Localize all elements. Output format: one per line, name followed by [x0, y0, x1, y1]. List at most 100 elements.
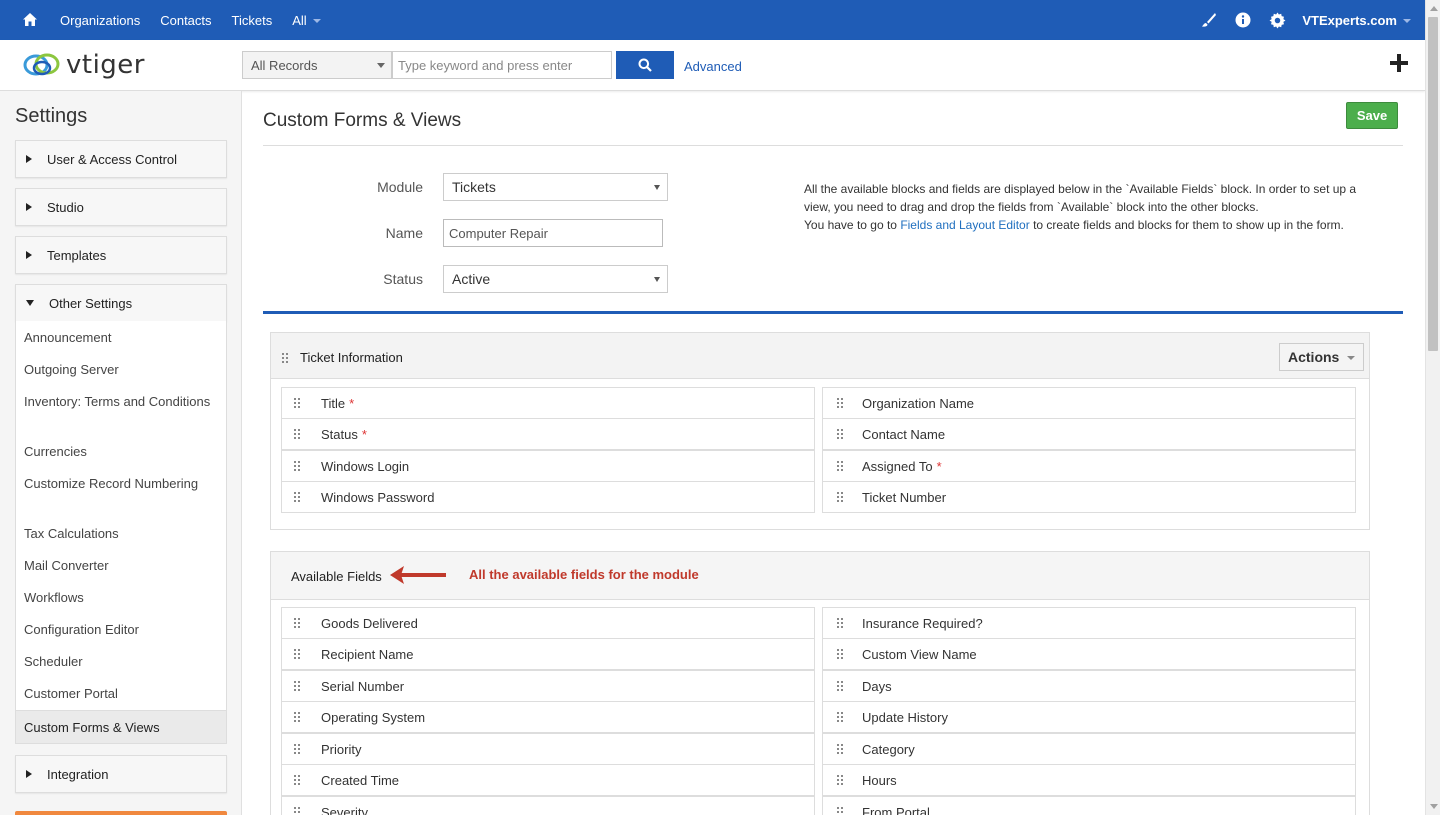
field-organization-name[interactable]: Organization Name	[822, 387, 1356, 419]
scroll-down-icon[interactable]	[1430, 804, 1438, 809]
header-bar: vtiger All Records Advanced	[0, 40, 1425, 91]
sidebar-item-workflows[interactable]: Workflows	[24, 589, 214, 607]
scroll-up-icon[interactable]	[1430, 6, 1438, 11]
sidebar-item-custom-forms-views[interactable]: Custom Forms & Views	[15, 710, 227, 744]
sidebar-item-customize-record-numbering[interactable]: Customize Record Numbering	[24, 475, 214, 493]
drag-handle-icon[interactable]	[837, 807, 845, 815]
advanced-search-link[interactable]: Advanced	[684, 59, 742, 74]
sidebar-block-label: Other Settings	[49, 295, 133, 311]
sidebar-item-inventory-terms[interactable]: Inventory: Terms and Conditions	[24, 393, 214, 411]
sidebar-block-other-settings[interactable]: Other Settings	[15, 284, 227, 322]
fields-layout-editor-link[interactable]: Fields and Layout Editor	[900, 218, 1029, 232]
drag-handle-icon[interactable]	[294, 398, 302, 410]
available-field[interactable]: Serial Number	[281, 670, 815, 702]
drag-handle-icon[interactable]	[837, 712, 845, 724]
name-field[interactable]	[443, 219, 663, 247]
status-select[interactable]: Active	[443, 265, 668, 293]
page-scrollbar[interactable]	[1425, 0, 1440, 815]
drag-handle-icon[interactable]	[294, 461, 302, 473]
drag-handle-icon[interactable]	[294, 618, 302, 630]
module-select-value: Tickets	[452, 179, 496, 195]
actions-label: Actions	[1288, 349, 1340, 365]
sidebar-item-customer-portal[interactable]: Customer Portal	[24, 685, 214, 703]
available-field[interactable]: Recipient Name	[281, 638, 815, 670]
user-name: VTExperts.com	[1302, 12, 1397, 28]
field-contact-name[interactable]: Contact Name	[822, 418, 1356, 450]
available-field[interactable]: Custom View Name	[822, 638, 1356, 670]
sidebar-item-announcement[interactable]: Announcement	[24, 329, 214, 347]
available-field[interactable]: Days	[822, 670, 1356, 702]
actions-dropdown-button[interactable]: Actions	[1279, 343, 1364, 371]
drag-handle-icon[interactable]	[837, 618, 845, 630]
field-windows-login[interactable]: Windows Login	[281, 450, 815, 482]
nav-contacts[interactable]: Contacts	[160, 13, 211, 28]
drag-handle-icon[interactable]	[837, 649, 845, 661]
sidebar-item-configuration-editor[interactable]: Configuration Editor	[24, 621, 214, 639]
home-icon[interactable]	[20, 10, 40, 30]
drag-handle-icon[interactable]	[837, 744, 845, 756]
drag-handle-icon[interactable]	[837, 398, 845, 410]
field-label: Goods Delivered	[321, 616, 418, 631]
vtiger-logo[interactable]: vtiger	[22, 50, 145, 80]
drag-handle-icon[interactable]	[837, 429, 845, 441]
field-title[interactable]: Title *	[281, 387, 815, 419]
annotation-text: All the available fields for the module	[469, 567, 699, 582]
available-field[interactable]: From Portal	[822, 796, 1356, 815]
chevron-down-icon	[1347, 356, 1355, 360]
drag-handle-icon[interactable]	[294, 712, 302, 724]
sidebar-bottom-block[interactable]	[15, 811, 227, 815]
available-field[interactable]: Category	[822, 733, 1356, 765]
field-status[interactable]: Status *	[281, 418, 815, 450]
search-button[interactable]	[616, 51, 674, 79]
field-label-text: Title	[321, 396, 346, 411]
info-icon[interactable]	[1234, 11, 1252, 29]
drag-handle-icon[interactable]	[294, 429, 302, 441]
sidebar-block-templates[interactable]: Templates	[15, 236, 227, 274]
save-button[interactable]: Save	[1346, 102, 1398, 129]
caret-down-icon	[26, 300, 34, 306]
drag-handle-icon[interactable]	[294, 775, 302, 787]
nav-all[interactable]: All	[292, 13, 321, 28]
drag-handle-icon[interactable]	[837, 775, 845, 787]
search-input[interactable]	[392, 51, 612, 79]
sidebar-item-scheduler[interactable]: Scheduler	[24, 653, 214, 671]
arrow-left-icon	[390, 566, 446, 584]
search-scope-select[interactable]: All Records	[242, 51, 392, 79]
field-ticket-number[interactable]: Ticket Number	[822, 481, 1356, 513]
available-field[interactable]: Insurance Required?	[822, 607, 1356, 639]
drag-handle-icon[interactable]	[294, 681, 302, 693]
drag-handle-icon[interactable]	[294, 492, 302, 504]
module-select[interactable]: Tickets	[443, 173, 668, 201]
sidebar-block-user-access-control[interactable]: User & Access Control	[15, 140, 227, 178]
available-field[interactable]: Update History	[822, 701, 1356, 733]
sidebar-block-studio[interactable]: Studio	[15, 188, 227, 226]
nav-tickets[interactable]: Tickets	[232, 13, 273, 28]
available-field[interactable]: Operating System	[281, 701, 815, 733]
drag-handle-icon[interactable]	[282, 353, 290, 365]
field-assigned-to[interactable]: Assigned To *	[822, 450, 1356, 482]
drag-handle-icon[interactable]	[837, 681, 845, 693]
drag-handle-icon[interactable]	[294, 649, 302, 661]
plus-icon[interactable]	[1388, 52, 1410, 74]
user-menu[interactable]: VTExperts.com	[1302, 13, 1411, 28]
nav-organizations[interactable]: Organizations	[60, 13, 140, 28]
paintbrush-icon[interactable]	[1200, 11, 1218, 29]
gear-icon[interactable]	[1268, 11, 1286, 29]
sidebar-item-mail-converter[interactable]: Mail Converter	[24, 557, 214, 575]
drag-handle-icon[interactable]	[294, 807, 302, 815]
field-windows-password[interactable]: Windows Password	[281, 481, 815, 513]
sidebar-block-integration[interactable]: Integration	[15, 755, 227, 793]
available-field[interactable]: Created Time	[281, 764, 815, 796]
sidebar-item-tax-calculations[interactable]: Tax Calculations	[24, 525, 214, 543]
drag-handle-icon[interactable]	[294, 744, 302, 756]
drag-handle-icon[interactable]	[837, 492, 845, 504]
scroll-thumb[interactable]	[1428, 17, 1438, 351]
chevron-down-icon	[654, 277, 660, 282]
available-field[interactable]: Priority	[281, 733, 815, 765]
available-field[interactable]: Severity	[281, 796, 815, 815]
available-field[interactable]: Hours	[822, 764, 1356, 796]
drag-handle-icon[interactable]	[837, 461, 845, 473]
available-field[interactable]: Goods Delivered	[281, 607, 815, 639]
sidebar-item-outgoing-server[interactable]: Outgoing Server	[24, 361, 214, 379]
sidebar-item-currencies[interactable]: Currencies	[24, 443, 214, 461]
